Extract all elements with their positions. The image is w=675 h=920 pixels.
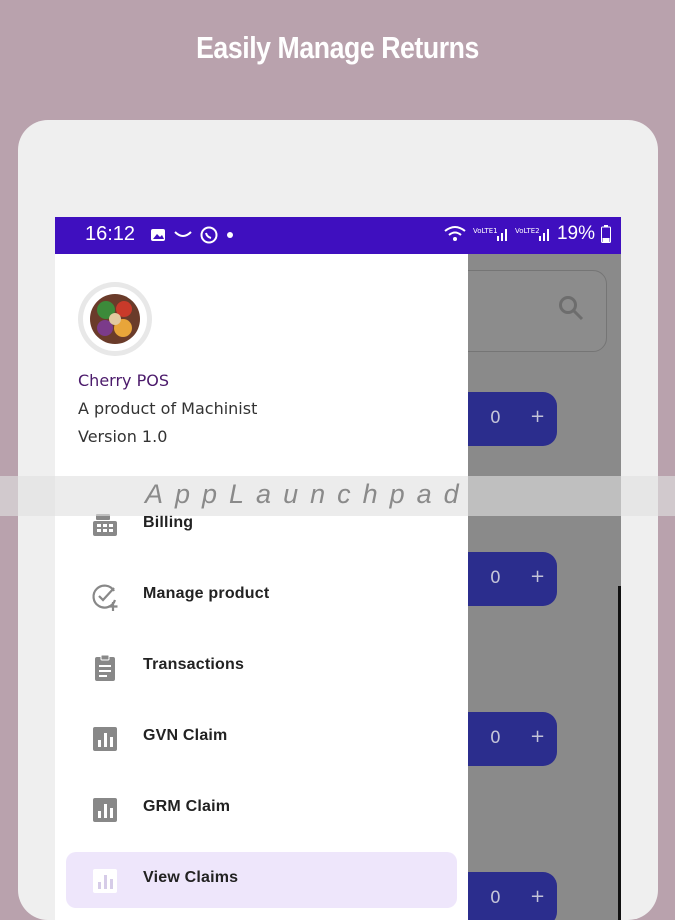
app-version: Version 1.0 bbox=[78, 427, 168, 446]
avatar bbox=[78, 282, 152, 356]
increment-button[interactable]: + bbox=[530, 566, 545, 587]
wifi-icon bbox=[444, 226, 466, 241]
smile-icon bbox=[174, 231, 192, 237]
increment-button[interactable]: + bbox=[530, 406, 545, 427]
quantity-value: 0 bbox=[490, 728, 501, 748]
watermark-text: AppLaunchpad bbox=[145, 479, 471, 509]
status-bar: 16:12 VoLTE1 VoLTE2 19% bbox=[55, 217, 621, 254]
status-system-icons: VoLTE1 VoLTE2 19% bbox=[443, 223, 611, 245]
quantity-value: 0 bbox=[490, 568, 501, 588]
whatsapp-icon bbox=[200, 226, 218, 244]
increment-button[interactable]: + bbox=[530, 886, 545, 907]
gallery-icon bbox=[151, 229, 165, 241]
watermark-band: AppLaunchpad bbox=[0, 476, 675, 516]
status-notification-icons bbox=[150, 226, 234, 244]
phone-screen: 16:12 VoLTE1 VoLTE2 19% 0 + 0 + 0 + 0 + bbox=[55, 217, 621, 920]
app-tagline: A product of Machinist bbox=[78, 399, 258, 418]
device-frame: 16:12 VoLTE1 VoLTE2 19% 0 + 0 + 0 + 0 + bbox=[18, 120, 658, 920]
quantity-value: 0 bbox=[490, 408, 501, 428]
menu-item-manage-product[interactable]: Manage product bbox=[66, 568, 457, 624]
menu-item-transactions[interactable]: Transactions bbox=[66, 639, 457, 695]
signal-sim2-icon: VoLTE2 bbox=[515, 227, 549, 241]
status-time: 16:12 bbox=[85, 223, 136, 245]
check-add-icon bbox=[92, 584, 118, 611]
signal-sim1-icon: VoLTE1 bbox=[473, 227, 507, 241]
bar-chart-icon bbox=[93, 798, 117, 822]
menu-item-grm-claim[interactable]: GRM Claim bbox=[66, 781, 457, 837]
bar-chart-icon bbox=[93, 727, 117, 751]
dot-icon bbox=[227, 232, 233, 238]
battery-percent: 19% bbox=[556, 223, 595, 244]
svg-text:VoLTE2: VoLTE2 bbox=[515, 227, 540, 235]
clipboard-icon bbox=[95, 654, 115, 681]
increment-button[interactable]: + bbox=[530, 726, 545, 747]
menu-item-label: View Claims bbox=[143, 869, 239, 886]
navigation-drawer: Cherry POS A product of Machinist Versio… bbox=[55, 254, 468, 920]
page-headline: Easily Manage Returns bbox=[196, 30, 479, 65]
quantity-value: 0 bbox=[490, 888, 501, 908]
menu-item-label: GRM Claim bbox=[143, 798, 231, 815]
battery-icon bbox=[601, 225, 611, 243]
menu-item-label: Manage product bbox=[143, 585, 270, 602]
menu-item-gvn-claim[interactable]: GVN Claim bbox=[66, 710, 457, 766]
svg-text:VoLTE1: VoLTE1 bbox=[473, 227, 498, 235]
bar-chart-icon bbox=[93, 869, 117, 893]
divider bbox=[618, 586, 621, 920]
search-icon[interactable] bbox=[558, 295, 584, 321]
menu-item-label: GVN Claim bbox=[143, 727, 228, 744]
app-name: Cherry POS bbox=[78, 371, 169, 390]
menu-item-label: Billing bbox=[143, 514, 194, 531]
menu-item-label: Transactions bbox=[143, 656, 245, 673]
